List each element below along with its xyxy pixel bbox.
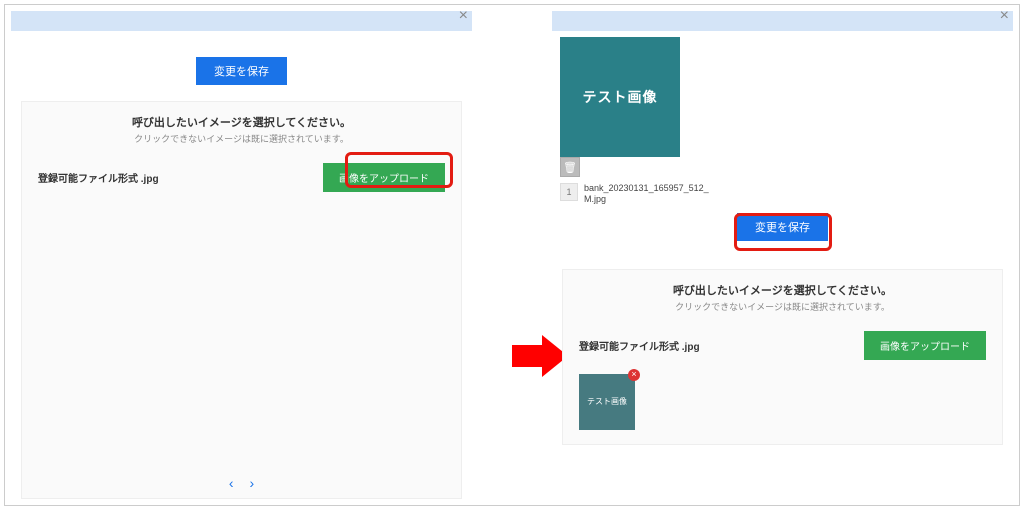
delete-image-button[interactable]: 🗑 (560, 157, 580, 177)
trash-icon: 🗑 (563, 161, 577, 174)
save-button-wrap: 変更を保存 (552, 213, 1013, 263)
filename-text: bank_20230131_165957_512_M.jpg (584, 183, 714, 205)
transition-arrow (482, 11, 542, 499)
thumbnail-row: テスト画像 × (577, 374, 988, 430)
pager-prev-icon[interactable]: ‹ (229, 475, 234, 491)
format-label: 登録可能ファイル形式 .jpg (38, 170, 159, 185)
pager: ‹ › (11, 467, 472, 499)
pager-next-icon[interactable]: › (249, 475, 254, 491)
image-select-card: 呼び出したいイメージを選択してください。 クリックできないイメージは既に選択され… (562, 269, 1003, 445)
card-subtitle: クリックできないイメージは既に選択されています。 (36, 132, 447, 145)
image-select-card: 呼び出したいイメージを選択してください。 クリックできないイメージは既に選択され… (21, 101, 462, 499)
upload-row: 登録可能ファイル形式 .jpg 画像をアップロード (577, 327, 988, 364)
filename-row: 1 bank_20230131_165957_512_M.jpg (560, 183, 1013, 205)
close-icon[interactable]: × (1000, 7, 1009, 25)
left-body: 変更を保存 呼び出したいイメージを選択してください。 クリックできないイメージは… (11, 31, 472, 499)
right-body: テスト画像 🗑 1 bank_20230131_165957_512_M.jpg… (552, 31, 1013, 499)
save-button[interactable]: 変更を保存 (737, 213, 828, 241)
save-button[interactable]: 変更を保存 (196, 57, 287, 85)
upload-button[interactable]: 画像をアップロード (323, 163, 445, 192)
close-icon[interactable]: × (459, 7, 468, 25)
file-index-badge: 1 (560, 183, 578, 201)
upload-row: 登録可能ファイル形式 .jpg 画像をアップロード (36, 159, 447, 196)
card-title: 呼び出したいイメージを選択してください。 (36, 114, 447, 130)
outer-frame: × 変更を保存 呼び出したいイメージを選択してください。 クリックできないイメー… (4, 4, 1020, 506)
image-thumbnail[interactable]: テスト画像 × (579, 374, 635, 430)
remove-thumbnail-icon[interactable]: × (628, 369, 640, 381)
right-panel: × テスト画像 🗑 1 bank_20230131_165957_512_M.j… (552, 11, 1013, 499)
left-topbar: × (11, 11, 472, 31)
uploaded-image-preview: テスト画像 (560, 37, 680, 157)
card-title: 呼び出したいイメージを選択してください。 (577, 282, 988, 298)
right-topbar: × (552, 11, 1013, 31)
card-subtitle: クリックできないイメージは既に選択されています。 (577, 300, 988, 313)
upload-button[interactable]: 画像をアップロード (864, 331, 986, 360)
format-label: 登録可能ファイル形式 .jpg (579, 338, 700, 353)
thumbnail-label: テスト画像 (587, 396, 627, 407)
left-panel: × 変更を保存 呼び出したいイメージを選択してください。 クリックできないイメー… (11, 11, 472, 499)
